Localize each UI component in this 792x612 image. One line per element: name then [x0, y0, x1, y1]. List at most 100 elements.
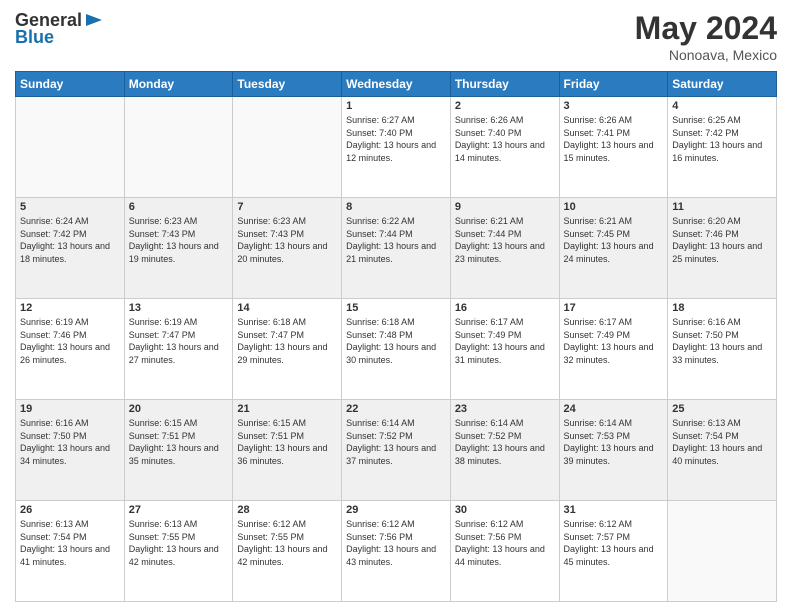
day-info: Sunrise: 6:13 AM Sunset: 7:55 PM Dayligh… [129, 518, 229, 568]
day-info: Sunrise: 6:25 AM Sunset: 7:42 PM Dayligh… [672, 114, 772, 164]
header-monday: Monday [124, 72, 233, 97]
calendar-cell: 5 Sunrise: 6:24 AM Sunset: 7:42 PM Daylig… [16, 198, 125, 299]
day-info: Sunrise: 6:12 AM Sunset: 7:55 PM Dayligh… [237, 518, 337, 568]
day-info: Sunrise: 6:15 AM Sunset: 7:51 PM Dayligh… [237, 417, 337, 467]
calendar-cell: 7 Sunrise: 6:23 AM Sunset: 7:43 PM Daylig… [233, 198, 342, 299]
calendar-cell: 31 Sunrise: 6:12 AM Sunset: 7:57 PM Dayli… [559, 501, 668, 602]
day-info: Sunrise: 6:19 AM Sunset: 7:46 PM Dayligh… [20, 316, 120, 366]
day-info: Sunrise: 6:16 AM Sunset: 7:50 PM Dayligh… [672, 316, 772, 366]
logo-blue: Blue [15, 27, 54, 48]
day-number: 23 [455, 403, 555, 415]
day-info: Sunrise: 6:13 AM Sunset: 7:54 PM Dayligh… [20, 518, 120, 568]
day-number: 26 [20, 504, 120, 516]
calendar-cell [668, 501, 777, 602]
day-number: 19 [20, 403, 120, 415]
calendar-header-row: SundayMondayTuesdayWednesdayThursdayFrid… [16, 72, 777, 97]
calendar-cell: 27 Sunrise: 6:13 AM Sunset: 7:55 PM Dayli… [124, 501, 233, 602]
calendar-cell: 2 Sunrise: 6:26 AM Sunset: 7:40 PM Daylig… [450, 97, 559, 198]
day-number: 1 [346, 100, 446, 112]
calendar-cell: 1 Sunrise: 6:27 AM Sunset: 7:40 PM Daylig… [342, 97, 451, 198]
header-friday: Friday [559, 72, 668, 97]
day-number: 30 [455, 504, 555, 516]
day-info: Sunrise: 6:23 AM Sunset: 7:43 PM Dayligh… [237, 215, 337, 265]
calendar-table: SundayMondayTuesdayWednesdayThursdayFrid… [15, 71, 777, 602]
calendar-week-0: 1 Sunrise: 6:27 AM Sunset: 7:40 PM Daylig… [16, 97, 777, 198]
day-number: 10 [564, 201, 664, 213]
day-number: 22 [346, 403, 446, 415]
calendar-cell [233, 97, 342, 198]
day-number: 17 [564, 302, 664, 314]
calendar-cell: 12Sunrise: 6:19 AM Sunset: 7:46 PM Dayli… [16, 299, 125, 400]
day-number: 31 [564, 504, 664, 516]
day-info: Sunrise: 6:14 AM Sunset: 7:52 PM Dayligh… [346, 417, 446, 467]
day-number: 8 [346, 201, 446, 213]
day-info: Sunrise: 6:17 AM Sunset: 7:49 PM Dayligh… [564, 316, 664, 366]
calendar-week-2: 12Sunrise: 6:19 AM Sunset: 7:46 PM Dayli… [16, 299, 777, 400]
day-number: 24 [564, 403, 664, 415]
calendar-cell: 10 Sunrise: 6:21 AM Sunset: 7:45 PM Dayli… [559, 198, 668, 299]
calendar-cell: 21 Sunrise: 6:15 AM Sunset: 7:51 PM Dayli… [233, 400, 342, 501]
day-info: Sunrise: 6:12 AM Sunset: 7:57 PM Dayligh… [564, 518, 664, 568]
logo-flag-icon [84, 12, 104, 30]
day-number: 2 [455, 100, 555, 112]
calendar-cell: 16 Sunrise: 6:17 AM Sunset: 7:49 PM Dayli… [450, 299, 559, 400]
calendar-cell: 17 Sunrise: 6:17 AM Sunset: 7:49 PM Dayli… [559, 299, 668, 400]
calendar-cell: 9Sunrise: 6:21 AM Sunset: 7:44 PM Daylig… [450, 198, 559, 299]
day-number: 7 [237, 201, 337, 213]
day-info: Sunrise: 6:20 AM Sunset: 7:46 PM Dayligh… [672, 215, 772, 265]
day-number: 21 [237, 403, 337, 415]
header: General Blue May 2024 Nonoava, Mexico [15, 10, 777, 63]
day-info: Sunrise: 6:14 AM Sunset: 7:53 PM Dayligh… [564, 417, 664, 467]
day-number: 25 [672, 403, 772, 415]
day-number: 13 [129, 302, 229, 314]
day-info: Sunrise: 6:12 AM Sunset: 7:56 PM Dayligh… [455, 518, 555, 568]
day-number: 18 [672, 302, 772, 314]
calendar-cell: 22 Sunrise: 6:14 AM Sunset: 7:52 PM Dayli… [342, 400, 451, 501]
calendar-cell: 11 Sunrise: 6:20 AM Sunset: 7:46 PM Dayli… [668, 198, 777, 299]
day-number: 28 [237, 504, 337, 516]
day-number: 16 [455, 302, 555, 314]
day-number: 4 [672, 100, 772, 112]
day-number: 27 [129, 504, 229, 516]
day-info: Sunrise: 6:21 AM Sunset: 7:44 PM Dayligh… [455, 215, 555, 265]
calendar-cell: 4 Sunrise: 6:25 AM Sunset: 7:42 PM Daylig… [668, 97, 777, 198]
day-info: Sunrise: 6:27 AM Sunset: 7:40 PM Dayligh… [346, 114, 446, 164]
calendar-cell: 6 Sunrise: 6:23 AM Sunset: 7:43 PM Daylig… [124, 198, 233, 299]
header-thursday: Thursday [450, 72, 559, 97]
calendar-title: May 2024 [635, 10, 777, 47]
day-number: 11 [672, 201, 772, 213]
header-saturday: Saturday [668, 72, 777, 97]
day-info: Sunrise: 6:26 AM Sunset: 7:41 PM Dayligh… [564, 114, 664, 164]
page: General Blue May 2024 Nonoava, Mexico Su… [0, 0, 792, 612]
day-info: Sunrise: 6:19 AM Sunset: 7:47 PM Dayligh… [129, 316, 229, 366]
day-info: Sunrise: 6:21 AM Sunset: 7:45 PM Dayligh… [564, 215, 664, 265]
day-number: 3 [564, 100, 664, 112]
calendar-cell: 29Sunrise: 6:12 AM Sunset: 7:56 PM Dayli… [342, 501, 451, 602]
calendar-cell: 8Sunrise: 6:22 AM Sunset: 7:44 PM Daylig… [342, 198, 451, 299]
calendar-cell: 30 Sunrise: 6:12 AM Sunset: 7:56 PM Dayli… [450, 501, 559, 602]
day-number: 6 [129, 201, 229, 213]
calendar-cell: 3 Sunrise: 6:26 AM Sunset: 7:41 PM Daylig… [559, 97, 668, 198]
calendar-cell: 18 Sunrise: 6:16 AM Sunset: 7:50 PM Dayli… [668, 299, 777, 400]
title-block: May 2024 Nonoava, Mexico [635, 10, 777, 63]
calendar-cell: 25 Sunrise: 6:13 AM Sunset: 7:54 PM Dayli… [668, 400, 777, 501]
header-wednesday: Wednesday [342, 72, 451, 97]
calendar-week-3: 19Sunrise: 6:16 AM Sunset: 7:50 PM Dayli… [16, 400, 777, 501]
calendar-cell: 28 Sunrise: 6:12 AM Sunset: 7:55 PM Dayli… [233, 501, 342, 602]
day-number: 29 [346, 504, 446, 516]
calendar-cell: 15Sunrise: 6:18 AM Sunset: 7:48 PM Dayli… [342, 299, 451, 400]
day-info: Sunrise: 6:23 AM Sunset: 7:43 PM Dayligh… [129, 215, 229, 265]
day-info: Sunrise: 6:17 AM Sunset: 7:49 PM Dayligh… [455, 316, 555, 366]
calendar-cell [124, 97, 233, 198]
day-info: Sunrise: 6:18 AM Sunset: 7:47 PM Dayligh… [237, 316, 337, 366]
day-info: Sunrise: 6:13 AM Sunset: 7:54 PM Dayligh… [672, 417, 772, 467]
day-info: Sunrise: 6:14 AM Sunset: 7:52 PM Dayligh… [455, 417, 555, 467]
day-number: 5 [20, 201, 120, 213]
logo: General Blue [15, 10, 104, 48]
day-number: 14 [237, 302, 337, 314]
day-info: Sunrise: 6:24 AM Sunset: 7:42 PM Dayligh… [20, 215, 120, 265]
day-info: Sunrise: 6:26 AM Sunset: 7:40 PM Dayligh… [455, 114, 555, 164]
calendar-cell: 24 Sunrise: 6:14 AM Sunset: 7:53 PM Dayli… [559, 400, 668, 501]
calendar-week-4: 26 Sunrise: 6:13 AM Sunset: 7:54 PM Dayli… [16, 501, 777, 602]
day-number: 20 [129, 403, 229, 415]
